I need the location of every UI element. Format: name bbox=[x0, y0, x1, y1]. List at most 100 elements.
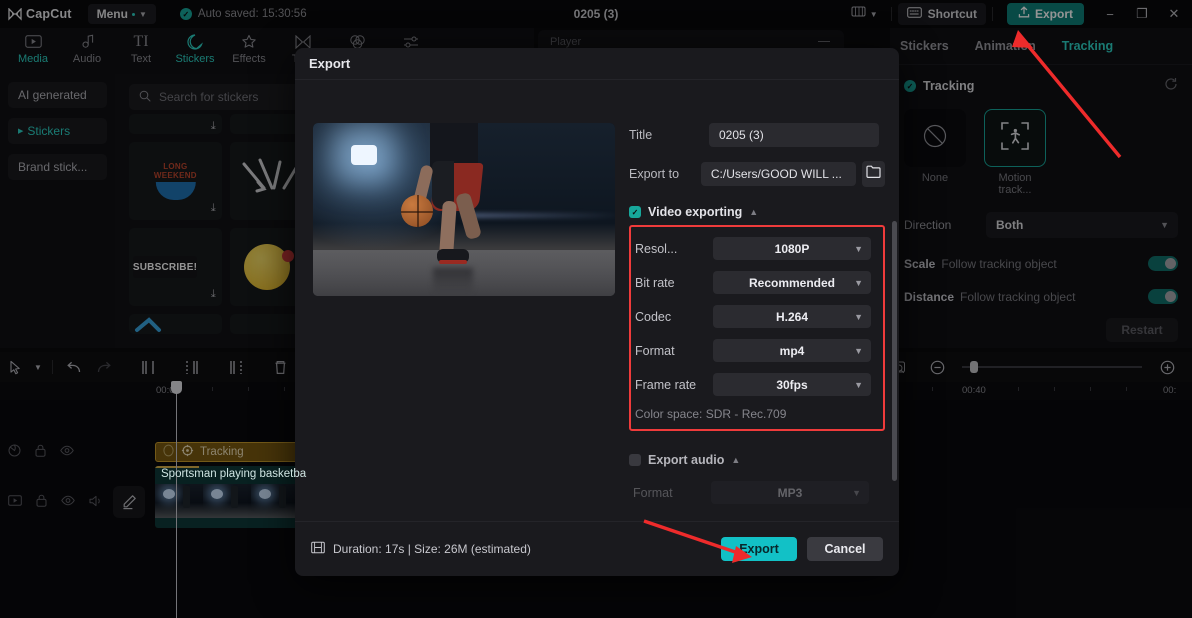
lock-icon[interactable] bbox=[35, 444, 46, 460]
export-path-input[interactable]: C:/Users/GOOD WILL ... bbox=[700, 162, 856, 186]
layout-button[interactable]: ▼ bbox=[844, 3, 885, 25]
tracking-clip-glyph bbox=[181, 444, 194, 460]
title-value: 0205 (3) bbox=[719, 128, 764, 142]
title-input[interactable]: 0205 (3) bbox=[709, 123, 879, 147]
category-brand-stickers[interactable]: Brand stick... bbox=[8, 154, 107, 180]
zoom-slider[interactable] bbox=[962, 361, 1142, 373]
close-button[interactable]: ✕ bbox=[1158, 0, 1190, 28]
tracking-option-motion[interactable]: Motion track... bbox=[984, 109, 1046, 196]
direction-row: Direction Both ▼ bbox=[904, 212, 1178, 238]
framerate-dropdown[interactable]: 30fps ▼ bbox=[713, 373, 871, 396]
codec-dropdown[interactable]: H.264 ▼ bbox=[713, 305, 871, 328]
tab-stickers[interactable]: Stickers bbox=[168, 28, 222, 65]
format-label: Format bbox=[635, 343, 675, 358]
bitrate-label: Bit rate bbox=[635, 275, 675, 290]
distance-toggle[interactable] bbox=[1148, 289, 1178, 304]
delete-icon[interactable] bbox=[265, 352, 295, 382]
category-stickers[interactable]: ▶ Stickers bbox=[8, 118, 107, 144]
check-icon[interactable]: ✓ bbox=[629, 206, 641, 218]
volume-icon[interactable] bbox=[89, 495, 103, 510]
resolution-row: Resol... 1080P ▼ bbox=[631, 237, 883, 260]
title-row: Title 0205 (3) bbox=[629, 123, 885, 147]
checkbox-unchecked-icon[interactable] bbox=[629, 454, 641, 466]
maximize-button[interactable]: ❐ bbox=[1126, 0, 1158, 28]
zoom-out-icon[interactable] bbox=[922, 352, 952, 382]
edit-clip-button[interactable] bbox=[113, 486, 145, 518]
export-label-top: Export bbox=[1034, 7, 1073, 21]
dialog-scrollbar[interactable] bbox=[892, 221, 897, 481]
export-button-top[interactable]: Export bbox=[1006, 3, 1084, 25]
chevron-down-icon: ▼ bbox=[852, 487, 861, 498]
eye-icon[interactable] bbox=[60, 445, 74, 459]
sticker-item[interactable]: ⤓ bbox=[129, 114, 222, 134]
chevron-up-icon[interactable]: ▲ bbox=[749, 207, 758, 217]
tab-stickers-right[interactable]: Stickers bbox=[900, 39, 949, 53]
none-icon bbox=[922, 123, 948, 154]
zoom-slider-handle[interactable] bbox=[970, 361, 978, 373]
export-to-row: Export to C:/Users/GOOD WILL ... bbox=[629, 161, 885, 187]
bitrate-row: Bit rate Recommended ▼ bbox=[631, 271, 883, 294]
list-item[interactable]: SUBSCRIBE! ⤓ bbox=[129, 228, 222, 306]
tracking-section-header: ✓ Tracking bbox=[904, 79, 1178, 93]
audio-icon bbox=[80, 32, 95, 51]
tracking-option-none[interactable]: None bbox=[904, 109, 966, 196]
playhead[interactable] bbox=[171, 381, 182, 618]
player-collapse-icon[interactable] bbox=[818, 41, 830, 42]
split-right-icon[interactable] bbox=[221, 352, 251, 382]
codec-value: H.264 bbox=[775, 309, 809, 324]
motion-track-label: Motion track... bbox=[998, 172, 1032, 196]
eye-icon[interactable] bbox=[61, 495, 75, 509]
restart-button[interactable]: Restart bbox=[1106, 318, 1178, 342]
tab-effects[interactable]: Effects bbox=[222, 28, 276, 65]
effect-icon[interactable] bbox=[8, 444, 21, 460]
undo-icon[interactable] bbox=[59, 352, 89, 382]
format-dropdown[interactable]: mp4 ▼ bbox=[713, 339, 871, 362]
zoom-in-icon[interactable] bbox=[1152, 352, 1182, 382]
tab-media[interactable]: Media bbox=[6, 28, 60, 65]
video-track-icon[interactable] bbox=[8, 495, 22, 509]
color-space-text: Color space: SDR - Rec.709 bbox=[635, 407, 787, 421]
tab-tracking[interactable]: Tracking bbox=[1062, 39, 1113, 53]
shortcut-label: Shortcut bbox=[927, 7, 977, 21]
resolution-dropdown[interactable]: 1080P ▼ bbox=[713, 237, 871, 260]
select-dropdown-icon[interactable]: ▼ bbox=[30, 352, 46, 382]
split-left-icon[interactable] bbox=[133, 352, 163, 382]
cancel-button[interactable]: Cancel bbox=[807, 537, 883, 561]
bitrate-dropdown[interactable]: Recommended ▼ bbox=[713, 271, 871, 294]
tab-animation[interactable]: Animation bbox=[975, 39, 1036, 53]
scale-toggle[interactable] bbox=[1148, 256, 1178, 271]
audio-format-dropdown[interactable]: MP3 ▼ bbox=[711, 481, 869, 504]
download-icon[interactable]: ⤓ bbox=[211, 288, 216, 301]
select-icon[interactable] bbox=[0, 352, 30, 382]
effects-icon bbox=[241, 32, 257, 51]
lock-icon[interactable] bbox=[36, 494, 47, 510]
motion-track-tile[interactable] bbox=[984, 109, 1046, 167]
list-item[interactable]: LONG WEEKEND ⤓ bbox=[129, 142, 222, 220]
category-ai-generated[interactable]: AI generated bbox=[8, 82, 107, 108]
list-item[interactable] bbox=[129, 314, 222, 334]
reset-icon[interactable] bbox=[1164, 77, 1178, 94]
chevron-up-icon[interactable]: ▲ bbox=[731, 455, 740, 465]
tab-text-label: Text bbox=[130, 53, 152, 65]
check-icon[interactable]: ✓ bbox=[904, 80, 916, 92]
audio-format-row: Format MP3 ▼ bbox=[629, 481, 885, 504]
split-icon[interactable] bbox=[177, 352, 207, 382]
browse-folder-button[interactable] bbox=[861, 161, 885, 187]
text-icon: TI bbox=[133, 32, 149, 50]
shortcut-button[interactable]: Shortcut bbox=[897, 3, 986, 25]
direction-dropdown[interactable]: Both ▼ bbox=[986, 212, 1178, 238]
none-tile[interactable] bbox=[904, 109, 966, 167]
bitrate-value: Recommended bbox=[748, 275, 836, 290]
playhead-handle[interactable] bbox=[171, 381, 182, 394]
chevron-down-icon: ▼ bbox=[1160, 220, 1169, 230]
export-confirm-button[interactable]: Export bbox=[721, 537, 797, 561]
properties-panel: Stickers Animation Tracking ✓ Tracking N… bbox=[890, 28, 1192, 348]
redo-icon[interactable] bbox=[89, 352, 119, 382]
minimize-button[interactable]: − bbox=[1094, 0, 1126, 28]
menu-button[interactable]: Menu ▼ bbox=[87, 4, 156, 24]
download-icon[interactable]: ⤓ bbox=[211, 202, 216, 215]
tab-text[interactable]: TI Text bbox=[114, 28, 168, 66]
ruler-mark: 00:40 bbox=[962, 385, 986, 396]
download-icon[interactable]: ⤓ bbox=[211, 120, 216, 133]
tab-audio[interactable]: Audio bbox=[60, 28, 114, 65]
